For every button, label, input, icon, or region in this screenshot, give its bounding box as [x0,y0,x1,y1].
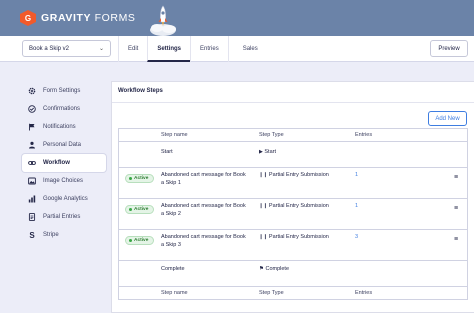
add-new-button[interactable]: Add New [428,111,467,126]
tab-edit[interactable]: Edit [118,36,147,62]
top-header: G GRAVITY FORMS [0,0,474,36]
image-icon [28,177,36,185]
flag-checkered-icon: ⚑ [259,266,264,272]
check-circle-icon [28,105,36,113]
column-header-entries[interactable]: Entries [355,132,372,138]
flag-icon [28,123,36,131]
table-row: Active Abandoned cart message for Book a … [119,230,467,261]
gear-icon [28,87,36,95]
tab-sales[interactable]: Sales [227,36,272,62]
person-icon [28,141,36,149]
play-icon: ▶ [259,149,263,155]
form-switcher-dropdown[interactable]: Book a Skip v2 ⌄ [22,40,111,57]
sidebar-item-partial-entries[interactable]: Partial Entries [22,208,106,226]
column-header-step-type[interactable]: Step Type [259,132,284,138]
stripe-icon: S [29,230,35,240]
entries-count-link[interactable]: 1 [355,171,358,179]
column-footer-step-type: Step Type [259,290,284,296]
active-dot-icon [129,239,132,242]
sidebar-item-label: Workflow [43,160,70,166]
sidebar-item-label: Partial Entries [43,214,81,220]
entries-count-link[interactable]: 1 [355,202,358,210]
status-badge: Active [125,174,155,183]
bar-chart-icon [28,195,36,203]
form-switcher-label: Book a Skip v2 [29,45,70,52]
link-icon [28,159,36,167]
table-footer: Step name Step Type Entries [119,287,467,300]
sidebar-item-label: Stripe [43,232,59,238]
sidebar-item-label: Image Choices [43,178,84,184]
rocket-illustration-icon [150,5,176,36]
status-badge: Active [125,236,155,245]
step-type-label: Complete [265,266,290,272]
panel-title: Workflow Steps [118,88,163,94]
sidebar-item-personal-data[interactable]: Personal Data [22,136,106,154]
workflow-steps-panel: Workflow Steps Add New Step name Step Ty… [111,81,474,313]
sidebar-item-confirmations[interactable]: Confirmations [22,100,106,118]
sidebar-item-notifications[interactable]: Notifications [22,118,106,136]
step-type-label: Start [264,149,277,155]
column-header-step-name[interactable]: Step name [161,132,188,138]
step-name-link[interactable]: Abandoned cart message for Book a Skip 3 [161,233,246,249]
form-toolbar: Book a Skip v2 ⌄ Edit Settings Entries S… [0,36,474,62]
sidebar-item-label: Personal Data [43,142,82,148]
partial-entry-icon: ❙❙ [259,172,268,178]
step-name-link[interactable]: Abandoned cart message for Book a Skip 2 [161,202,246,218]
table-row-start: Start ▶ Start [119,142,467,168]
partial-entry-icon: ❙❙ [259,234,268,240]
chevron-down-icon: ⌄ [98,46,104,52]
drag-handle-icon[interactable]: ≡ [454,174,458,181]
step-name-link[interactable]: Abandoned cart message for Book a Skip 1 [161,171,246,187]
gravity-forms-logo-icon: G [20,10,36,26]
active-dot-icon [129,177,132,180]
drag-handle-icon[interactable]: ≡ [454,236,458,243]
table-row-complete: Complete ⚑ Complete [119,261,467,287]
table-header: Step name Step Type Entries [119,129,467,142]
table-row: Active Abandoned cart message for Book a … [119,168,467,199]
sidebar-item-form-settings[interactable]: Form Settings [22,82,106,100]
column-footer-entries: Entries [355,290,373,296]
divider [112,102,474,103]
column-footer-step-name: Step name [161,290,188,296]
drag-handle-icon[interactable]: ≡ [454,205,458,212]
step-type: ❙❙ Partial Entry Submission [259,234,329,240]
sidebar-item-google-analytics[interactable]: Google Analytics [22,190,106,208]
brand-name: GRAVITY FORMS [41,12,136,24]
sidebar-item-label: Google Analytics [43,196,88,202]
workflow-steps-table: Step name Step Type Entries Start ▶ Star… [118,128,468,300]
document-icon [28,213,36,221]
partial-entry-icon: ❙❙ [259,203,268,209]
sidebar-item-label: Notifications [43,124,76,130]
status-badge: Active [125,205,155,214]
gravity-forms-logo[interactable]: G GRAVITY FORMS [20,10,136,26]
preview-button[interactable]: Preview [430,40,468,57]
sidebar-item-label: Form Settings [43,88,81,94]
table-row: Active Abandoned cart message for Book a … [119,199,467,230]
step-type: ❙❙ Partial Entry Submission [259,203,329,209]
step-name: Start [161,149,173,155]
settings-sidebar: Form Settings Confirmations Notification… [22,82,106,244]
step-type: ⚑ Complete [259,265,289,273]
tab-entries[interactable]: Entries [190,36,228,62]
step-type: ▶ Start [259,148,276,156]
step-type: ❙❙ Partial Entry Submission [259,172,329,178]
active-dot-icon [129,208,132,211]
sidebar-item-image-choices[interactable]: Image Choices [22,172,106,190]
sidebar-item-workflow[interactable]: Workflow [22,154,106,172]
tab-settings[interactable]: Settings [147,36,191,62]
sidebar-item-stripe[interactable]: S Stripe [22,226,106,244]
sidebar-item-label: Confirmations [43,106,81,112]
form-nav-tabs: Edit Settings Entries Sales [118,36,272,62]
step-name: Complete [161,266,185,272]
entries-count-link[interactable]: 3 [355,233,358,241]
